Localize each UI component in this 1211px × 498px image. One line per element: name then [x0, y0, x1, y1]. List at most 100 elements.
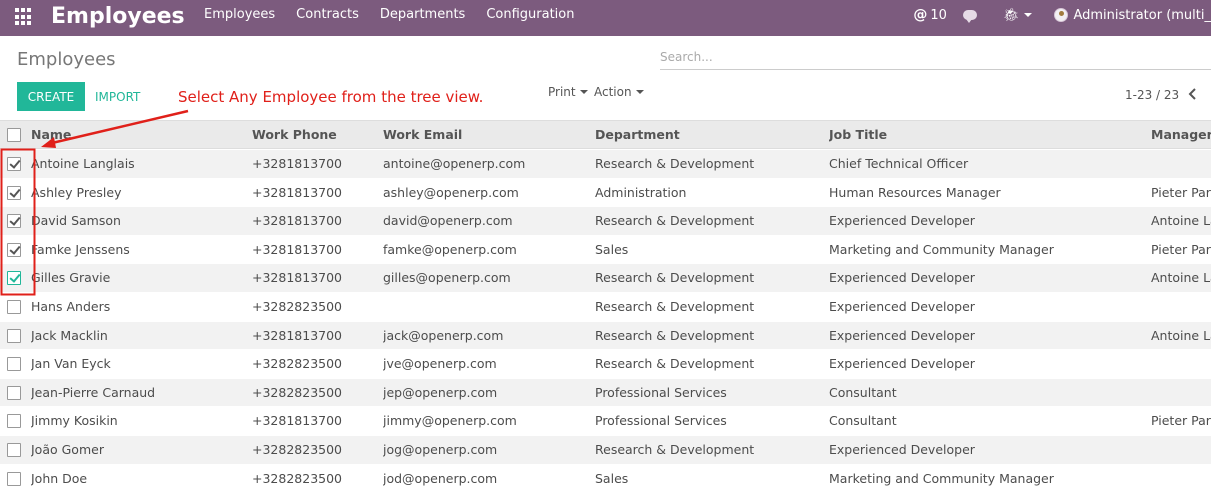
table-row[interactable]: David Samson +3281813700 david@openerp.com…: [0, 206, 1211, 235]
job-title-cell: Consultant: [829, 413, 897, 429]
action-dropdown[interactable]: Action: [594, 85, 644, 99]
row-checkbox[interactable]: [7, 471, 21, 486]
create-button[interactable]: CREATE: [17, 82, 85, 111]
caret-down-icon: [579, 90, 588, 94]
search-input[interactable]: [660, 45, 1211, 69]
menu-item-departments[interactable]: Departments: [380, 0, 465, 36]
employee-list: Name Work Phone Work Email Department Jo…: [0, 120, 1211, 492]
employee-name-cell: Jean-Pierre Carnaud: [31, 384, 156, 400]
messages-button[interactable]: @ 10: [913, 7, 947, 23]
column-header-manager[interactable]: Manager: [1151, 121, 1211, 149]
column-header-work-phone[interactable]: Work Phone: [252, 121, 380, 149]
employee-name-cell: Ashley Presley: [31, 184, 122, 200]
row-checkbox[interactable]: [7, 271, 21, 286]
manager-cell: Pieter Park: [1151, 413, 1211, 429]
row-checkbox[interactable]: [7, 442, 21, 457]
table-row[interactable]: Ashley Presley +3281813700 ashley@openerp.…: [0, 177, 1211, 207]
top-navbar: Employees Employees Contracts Department…: [0, 0, 1211, 36]
job-title-cell: Chief Technical Officer: [829, 156, 969, 171]
apps-menu-icon[interactable]: [15, 8, 33, 26]
work-phone-cell: +3281813700: [252, 156, 343, 171]
department-cell: Research & Development: [595, 298, 755, 314]
column-header-name[interactable]: Name: [31, 121, 249, 149]
row-checkbox[interactable]: [7, 214, 21, 229]
avatar: [1054, 8, 1069, 22]
work-phone-cell: +3281813700: [252, 213, 343, 229]
table-row[interactable]: Famke Jenssens +3281813700 famke@openerp.c…: [0, 234, 1211, 264]
messages-count: 10: [930, 7, 947, 23]
table-row[interactable]: Jean-Pierre Carnaud +3282823500 jep@opener…: [0, 377, 1211, 407]
work-phone-cell: +3282823500: [252, 441, 343, 457]
employee-name-cell: Famke Jenssens: [31, 241, 130, 257]
work-email-cell: jve@openerp.com: [383, 356, 497, 372]
employee-name-cell: Gilles Gravie: [31, 270, 111, 286]
row-checkbox[interactable]: [7, 328, 21, 343]
job-title-cell: Consultant: [829, 384, 897, 400]
at-icon: @: [913, 7, 928, 23]
work-phone-cell: +3282823500: [252, 470, 343, 486]
work-phone-cell: +3281813700: [252, 413, 343, 429]
work-email-cell: jog@openerp.com: [383, 441, 498, 457]
table-row[interactable]: Jimmy Kosikin +3281813700 jimmy@openerp.co…: [0, 406, 1211, 435]
pager-value[interactable]: 1-23 / 23: [1125, 88, 1179, 102]
table-row[interactable]: Gilles Gravie +3281813700 gilles@openerp.c…: [0, 263, 1211, 292]
table-row[interactable]: Jack Macklin +3281813700 jack@openerp.com R…: [0, 320, 1211, 350]
job-title-cell: Experienced Developer: [829, 327, 975, 343]
print-dropdown[interactable]: Print: [548, 85, 588, 99]
department-cell: Research & Development: [595, 356, 755, 372]
debug-menu[interactable]: 🐞︎: [1003, 8, 1033, 23]
work-phone-cell: +3282823500: [252, 356, 343, 372]
row-checkbox[interactable]: [7, 357, 21, 372]
department-cell: Sales: [595, 470, 629, 486]
action-label: Action: [594, 85, 632, 99]
manager-cell: Antoine La: [1151, 327, 1211, 343]
employee-name-cell: John Doe: [31, 470, 88, 486]
bug-icon: 🐞︎: [1002, 7, 1020, 23]
employee-name-cell: David Samson: [31, 213, 121, 229]
department-cell: Administration: [595, 184, 687, 200]
select-all-checkbox[interactable]: [7, 128, 21, 142]
manager-cell: Pieter Park: [1151, 241, 1211, 257]
job-title-cell: Experienced Developer: [829, 213, 975, 229]
work-phone-cell: +3282823500: [252, 298, 343, 314]
menu-item-employees[interactable]: Employees: [204, 0, 275, 36]
menu-item-contracts[interactable]: Contracts: [296, 0, 359, 36]
row-checkbox[interactable]: [7, 242, 21, 257]
table-row[interactable]: João Gomer +3282823500 jog@openerp.com Rese…: [0, 434, 1211, 464]
department-cell: Sales: [595, 241, 629, 257]
job-title-cell: Human Resources Manager: [829, 184, 1001, 200]
row-checkbox[interactable]: [7, 385, 21, 400]
print-label: Print: [548, 85, 576, 99]
main-menu: Employees Contracts Departments Configur…: [204, 0, 596, 36]
row-checkbox[interactable]: [7, 157, 21, 171]
manager-cell: Pieter Park: [1151, 184, 1211, 200]
table-row[interactable]: Hans Anders +3282823500 Research & Develop…: [0, 291, 1211, 321]
job-title-cell: Experienced Developer: [829, 356, 975, 372]
breadcrumb: Employees: [17, 49, 116, 70]
chat-icon[interactable]: [962, 10, 977, 23]
row-checkbox[interactable]: [7, 299, 21, 314]
table-row[interactable]: Antoine Langlais +3281813700 antoine@opene…: [0, 149, 1211, 178]
menu-item-configuration[interactable]: Configuration: [486, 0, 574, 36]
department-cell: Research & Development: [595, 270, 755, 286]
table-row[interactable]: John Doe +3282823500 jod@openerp.com Sales M…: [0, 463, 1211, 493]
user-name: Administrator (multi_: [1073, 7, 1211, 23]
row-checkbox[interactable]: [7, 414, 21, 429]
work-email-cell: antoine@openerp.com: [383, 156, 526, 171]
row-checkbox[interactable]: [7, 185, 21, 200]
chevron-left-icon[interactable]: [1186, 87, 1200, 101]
work-email-cell: david@openerp.com: [383, 213, 513, 229]
column-header-department[interactable]: Department: [595, 121, 825, 149]
employee-name-cell: Jack Macklin: [31, 327, 108, 343]
job-title-cell: Experienced Developer: [829, 441, 975, 457]
work-phone-cell: +3281813700: [252, 184, 343, 200]
import-button[interactable]: IMPORT: [93, 82, 142, 111]
column-header-job-title[interactable]: Job Title: [829, 121, 1147, 149]
work-email-cell: jod@openerp.com: [383, 470, 498, 486]
job-title-cell: Experienced Developer: [829, 270, 975, 286]
job-title-cell: Marketing and Community Manager: [829, 241, 1054, 257]
table-row[interactable]: Jan Van Eyck +3282823500 jve@openerp.com Re…: [0, 349, 1211, 378]
department-cell: Research & Development: [595, 327, 755, 343]
column-header-work-email[interactable]: Work Email: [383, 121, 591, 149]
user-menu[interactable]: Administrator (multi_: [1054, 8, 1211, 23]
